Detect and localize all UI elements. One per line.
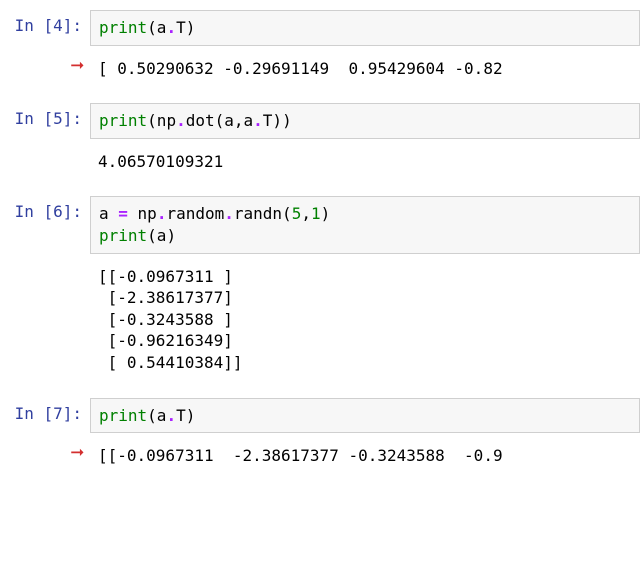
code-cell: In [7]: print(a.T) (0, 398, 640, 434)
arrow-right-icon: ➞ (71, 441, 84, 466)
arrow-right-icon: ➞ (71, 54, 84, 79)
output-text: [ 0.50290632 -0.29691149 0.95429604 -0.8… (90, 52, 640, 90)
output-text: [[-0.0967311 -2.38617377 -0.3243588 -0.9 (90, 439, 640, 477)
code-cell: In [6]: a = np.random.randn(5,1) print(a) (0, 196, 640, 253)
code-input[interactable]: print(a.T) (90, 398, 640, 434)
output-row: [[-0.0967311 ] [-2.38617377] [-0.3243588… (0, 260, 640, 384)
input-prompt: In [5]: (15, 109, 82, 128)
output-row: ➞[ 0.50290632 -0.29691149 0.95429604 -0.… (0, 52, 640, 90)
code-cell: In [4]: print(a.T) (0, 10, 640, 46)
code-cell: In [5]: print(np.dot(a,a.T)) (0, 103, 640, 139)
output-text: 4.06570109321 (90, 145, 640, 183)
output-row: ➞[[-0.0967311 -2.38617377 -0.3243588 -0.… (0, 439, 640, 477)
output-text: [[-0.0967311 ] [-2.38617377] [-0.3243588… (90, 260, 640, 384)
input-prompt: In [7]: (15, 404, 82, 423)
notebook-view: In [4]:print(a.T)➞[ 0.50290632 -0.296911… (0, 10, 640, 477)
input-prompt: In [6]: (15, 202, 82, 221)
output-row: 4.06570109321 (0, 145, 640, 183)
code-input[interactable]: a = np.random.randn(5,1) print(a) (90, 196, 640, 253)
code-input[interactable]: print(a.T) (90, 10, 640, 46)
input-prompt: In [4]: (15, 16, 82, 35)
code-input[interactable]: print(np.dot(a,a.T)) (90, 103, 640, 139)
